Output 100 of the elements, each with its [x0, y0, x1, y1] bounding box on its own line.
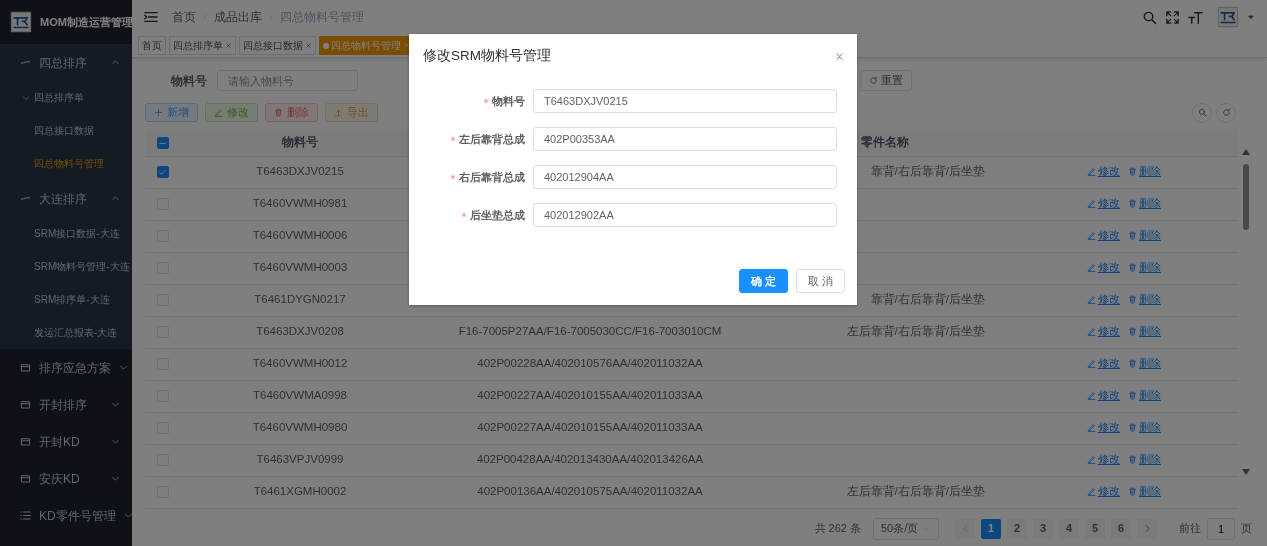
menu-label: 开封排序	[39, 396, 87, 414]
refresh-button[interactable]	[1216, 102, 1236, 123]
delete-link[interactable]: 删除	[1128, 451, 1161, 468]
input-field[interactable]: T6463DXJV0215	[533, 89, 837, 113]
tab[interactable]: 四总排序单	[169, 36, 236, 55]
input-field[interactable]: 402012904AA	[533, 165, 837, 189]
trash-icon	[1128, 230, 1137, 240]
checkbox[interactable]	[156, 166, 169, 179]
input-field[interactable]: 402012902AA	[533, 203, 837, 227]
delete-link[interactable]: 删除	[1128, 291, 1161, 308]
page-button[interactable]: 6	[1111, 518, 1131, 539]
text-size-icon	[1188, 9, 1203, 25]
table-cell: 402P00227AA/402010155AA/402011033AA	[420, 380, 760, 412]
logo-icon	[10, 11, 32, 33]
chevron-up-icon	[111, 58, 120, 67]
page-input[interactable]: 1	[1207, 517, 1235, 540]
list-icon	[20, 510, 31, 521]
next-page-button[interactable]	[1137, 518, 1157, 539]
export-button[interactable]: 导出	[325, 103, 378, 122]
menu-label: 安庆KD	[39, 470, 80, 488]
pencil-icon	[1087, 486, 1096, 496]
delete-link[interactable]: 删除	[1128, 195, 1161, 212]
pencil-icon	[1087, 422, 1096, 432]
page-button[interactable]: 1	[981, 518, 1001, 539]
menu-icon	[144, 10, 158, 24]
menu-group[interactable]: 开封KD	[0, 423, 132, 460]
delete-link[interactable]: 删除	[1128, 355, 1161, 372]
table-cell: T6460VWMH0012	[180, 348, 420, 380]
search-toggle-button[interactable]	[1192, 102, 1212, 123]
delete-link[interactable]: 删除	[1128, 483, 1161, 500]
delete-link[interactable]: 删除	[1128, 259, 1161, 276]
breadcrumb-item[interactable]: 成品出库	[214, 8, 262, 26]
delete-link[interactable]: 删除	[1128, 163, 1161, 180]
chevron-down-icon	[111, 437, 120, 446]
field-label: 物料号	[170, 72, 208, 90]
edit-link[interactable]: 修改	[1087, 387, 1120, 404]
breadcrumb-item[interactable]: 首页	[172, 8, 196, 26]
table-cell: 402P00136AA/402010575AA/402011032AA	[420, 476, 760, 508]
menu-group[interactable]: 开封排序	[0, 386, 132, 423]
menu-group[interactable]: KD零件号管理	[0, 497, 132, 534]
page-button[interactable]: 2	[1007, 518, 1027, 539]
trash-icon	[1128, 262, 1137, 272]
menu-item[interactable]: 四总物料号管理	[0, 147, 132, 180]
field-label: 物料号	[409, 92, 533, 110]
page-suffix: 页	[1241, 521, 1252, 537]
pencil-icon	[1087, 454, 1096, 464]
page-button[interactable]: 5	[1085, 518, 1105, 539]
table-cell: 左后靠背/右后靠背/后坐垫	[760, 316, 1010, 348]
delete-link[interactable]: 删除	[1128, 323, 1161, 340]
close-button[interactable]	[834, 50, 845, 62]
check-icon	[158, 167, 167, 177]
edit-link[interactable]: 修改	[1087, 419, 1120, 436]
card-icon	[20, 399, 31, 410]
page-size-select[interactable]: 50条/页	[873, 517, 939, 540]
fullscreen-icon	[1165, 9, 1180, 25]
edit-link[interactable]: 修改	[1087, 195, 1120, 212]
cancel-button[interactable]: 取 消	[796, 269, 845, 293]
page-button[interactable]: 3	[1033, 518, 1053, 539]
trash-icon	[1128, 422, 1137, 432]
table-cell: T6461XGMH0002	[180, 476, 420, 508]
reset-button[interactable]: 重置	[860, 70, 912, 91]
edit-link[interactable]: 修改	[1087, 323, 1120, 340]
menu-label: 排序应急方案	[39, 359, 111, 377]
chevron-down-icon	[111, 400, 120, 409]
logo-icon	[1217, 6, 1239, 28]
search-icon	[1197, 108, 1207, 117]
delete-link[interactable]: 删除	[1128, 419, 1161, 436]
menu-group[interactable]: 大连排序	[0, 180, 132, 217]
edit-link[interactable]: 修改	[1087, 163, 1120, 180]
delete-link[interactable]: 删除	[1128, 387, 1161, 404]
table-cell: T6463DXJV0208	[180, 316, 420, 348]
delete-button[interactable]: 删除	[265, 103, 318, 122]
edit-link[interactable]: 修改	[1087, 451, 1120, 468]
chevron-up-icon	[111, 194, 120, 203]
menu-group[interactable]: 排序应急方案	[0, 349, 132, 386]
trash-icon	[1128, 358, 1137, 368]
page-button[interactable]: 4	[1059, 518, 1079, 539]
trash-icon	[1128, 390, 1137, 400]
edit-link[interactable]: 修改	[1087, 355, 1120, 372]
trash-icon	[1128, 166, 1137, 176]
pencil-icon	[214, 108, 223, 117]
trash-icon	[1128, 486, 1137, 496]
confirm-button[interactable]: 确 定	[739, 269, 788, 293]
edit-link[interactable]: 修改	[1087, 483, 1120, 500]
edit-link[interactable]: 修改	[1087, 259, 1120, 276]
menu-group[interactable]: 四总排序	[0, 44, 132, 81]
tab[interactable]: 首页	[138, 36, 166, 55]
edit-link[interactable]: 修改	[1087, 227, 1120, 244]
delete-link[interactable]: 删除	[1128, 227, 1161, 244]
edit-button[interactable]: 修改	[205, 103, 258, 122]
chevron-down-icon	[119, 363, 128, 372]
edit-link[interactable]: 修改	[1087, 291, 1120, 308]
tab[interactable]: 四总接口数据	[239, 36, 316, 55]
checkbox[interactable]	[156, 137, 169, 150]
menu-group[interactable]: 安庆KD	[0, 460, 132, 497]
table-cell: T6463VPJV0999	[180, 444, 420, 476]
caret-icon	[1247, 13, 1255, 21]
trash-icon	[1128, 198, 1137, 208]
add-button[interactable]: 新增	[145, 103, 198, 122]
input-field[interactable]: 402P00353AA	[533, 127, 837, 151]
